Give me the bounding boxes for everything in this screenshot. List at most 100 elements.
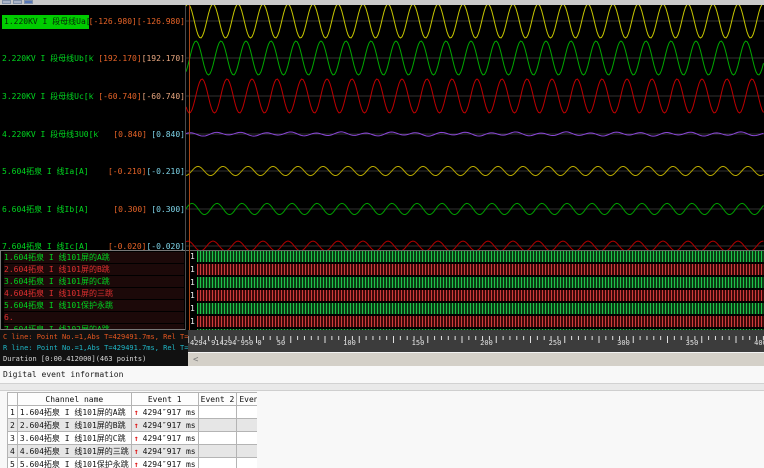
r-cursor-value: [-60.740] xyxy=(141,91,185,101)
axis-origin-label: 4294″914294″950 0 xyxy=(190,339,262,347)
channel-name-label: 1.220KV I 段母线Ua[kV] xyxy=(2,14,89,29)
digital-state-bar xyxy=(197,277,764,288)
c-cursor-value: [192.170] xyxy=(98,53,142,63)
event1-cell: ↑ 4294″917 ms xyxy=(130,457,199,468)
digital-channel-row[interactable]: 5.604拓泉 I 线101保护永跳 xyxy=(4,300,184,311)
c-cursor-value: [-126.980] xyxy=(88,16,137,26)
event1-cell: ↑ 4294″917 ms xyxy=(130,444,199,458)
rising-edge-icon: ↑ xyxy=(133,459,139,468)
c-cursor-value: [0.300] xyxy=(113,204,147,214)
table-row[interactable]: 4 4.604拓泉 I 线101屏的三跳 ↑ 4294″917 ms xyxy=(7,444,257,458)
digital-state-value: 1 xyxy=(190,304,195,313)
digital-channel-row[interactable]: 4.604拓泉 I 线101屏的三跳 xyxy=(4,288,184,299)
cursor-status-box: C line: Point No.=1,Abs T=429491.7ms, Re… xyxy=(0,330,188,366)
channel-label-panel: 1.220KV I 段母线Ua[kV][-126.980][-126.980]2… xyxy=(0,5,186,330)
channel-name-label: 3.220KV I 段母线Uc[kV] xyxy=(2,91,94,101)
axis-tick-label: 350 xyxy=(685,339,699,347)
digital-channel-row[interactable]: 1.604拓泉 I 线101屏的A跳 xyxy=(4,252,184,263)
table-row[interactable]: 5 5.604拓泉 I 线101保护永跳 ↑ 4294″917 ms xyxy=(7,457,257,468)
waveform-plot-area[interactable]: 1111111 xyxy=(186,5,764,330)
table-header-cell xyxy=(7,392,18,406)
duration-status: Duration [0:00.412000](463 points) xyxy=(3,355,147,363)
event1-cell: ↑ 4294″917 ms xyxy=(130,418,199,432)
digital-state-bar xyxy=(197,264,764,275)
time-cursor-line[interactable] xyxy=(189,5,190,330)
row-number: 2 xyxy=(7,418,18,432)
event-time: 4294″917 ms xyxy=(142,459,196,468)
axis-tick-label: 400 xyxy=(754,339,764,347)
scroll-left-icon[interactable]: < xyxy=(193,354,198,366)
toolbar-button[interactable] xyxy=(13,0,22,4)
c-cursor-value: [-60.740] xyxy=(98,91,142,101)
event-time: 4294″917 ms xyxy=(142,407,196,417)
c-cursor-value: [0.840] xyxy=(113,129,147,139)
analog-channel-row[interactable]: 3.220KV I 段母线Uc[kV] [-60.740] [-60.740] xyxy=(2,90,185,103)
axis-tick-label: 300 xyxy=(617,339,630,347)
event3-cell xyxy=(236,431,257,445)
channel-name-label: 4.220KV I 段母线3U0[kV] xyxy=(2,129,99,139)
digital-state-value: 1 xyxy=(190,265,195,274)
event3-cell xyxy=(236,418,257,432)
digital-event-table-wrap: Channel nameEvent 1Event 2Event 3 11.604… xyxy=(7,392,257,468)
event2-cell xyxy=(197,444,238,458)
event-channel-name: 4.604拓泉 I 线101屏的三跳 xyxy=(16,444,132,458)
digital-channel-row[interactable]: 3.604拓泉 I 线101屏的C跳 xyxy=(4,276,184,287)
event3-cell xyxy=(236,405,257,419)
table-header-cell: Event 3 xyxy=(236,392,257,406)
event2-cell xyxy=(197,457,238,468)
analog-channel-row[interactable]: 6.604拓泉 I 线Ib[A] [0.300] [0.300] xyxy=(2,203,185,216)
digital-state-bar xyxy=(197,290,764,301)
rising-edge-icon: ↑ xyxy=(133,433,139,443)
event2-cell xyxy=(197,405,238,419)
section-divider xyxy=(0,383,764,391)
digital-state-value: 1 xyxy=(190,317,195,326)
digital-state-bar xyxy=(197,316,764,327)
digital-channel-row[interactable]: 6. xyxy=(4,312,184,323)
row-number: 5 xyxy=(7,457,18,468)
rising-edge-icon: ↑ xyxy=(133,446,139,456)
axis-tick-label: 150 xyxy=(411,339,425,347)
table-row[interactable]: 2 2.604拓泉 I 线101屏的B跳 ↑ 4294″917 ms xyxy=(7,418,257,432)
r-cursor-value: [-126.980] xyxy=(136,16,185,26)
digital-channel-row[interactable]: 2.604拓泉 I 线101屏的B跳 xyxy=(4,264,184,275)
table-header-cell: Event 2 xyxy=(197,392,238,406)
analog-channel-row[interactable]: 1.220KV I 段母线Ua[kV][-126.980][-126.980] xyxy=(2,14,185,29)
axis-tick-label: 50 xyxy=(276,339,286,347)
toolbar-button[interactable] xyxy=(24,0,33,4)
event-channel-name: 5.604拓泉 I 线101保护永跳 xyxy=(16,457,132,468)
axis-tick-label: 100 xyxy=(343,339,356,347)
horizontal-scrollbar[interactable]: < xyxy=(188,352,764,366)
r-line-status: R line: Point No.=1,Abs T=429491.7ms, Re… xyxy=(3,344,188,352)
ruler-ticks xyxy=(188,336,764,343)
analog-channel-row[interactable]: 4.220KV I 段母线3U0[kV] [0.840] [0.840] xyxy=(2,128,185,141)
event2-cell xyxy=(197,418,238,432)
c-cursor-value: [-0.210] xyxy=(107,166,147,176)
event-channel-name: 1.604拓泉 I 线101屏的A跳 xyxy=(16,405,132,419)
table-row[interactable]: 1 1.604拓泉 I 线101屏的A跳 ↑ 4294″917 ms xyxy=(7,405,257,419)
table-row[interactable]: 3 3.604拓泉 I 线101屏的C跳 ↑ 4294″917 ms xyxy=(7,431,257,445)
analog-channel-row[interactable]: 2.220KV I 段母线Ub[kV] [192.170] [192.170] xyxy=(2,52,185,65)
toolbar-button[interactable] xyxy=(2,0,11,4)
event1-cell: ↑ 4294″917 ms xyxy=(130,405,199,419)
digital-state-value: 1 xyxy=(190,278,195,287)
digital-bar-row: 1 xyxy=(186,277,764,288)
bottom-strip: C line: Point No.=1,Abs T=429491.7ms, Re… xyxy=(0,330,764,366)
event1-cell: ↑ 4294″917 ms xyxy=(130,431,199,445)
c-line-status: C line: Point No.=1,Abs T=429491.7ms, Re… xyxy=(3,333,188,341)
waveform-main-area: 1.220KV I 段母线Ua[kV][-126.980][-126.980]2… xyxy=(0,5,764,330)
row-number: 3 xyxy=(7,431,18,445)
section-title: Digital event information xyxy=(3,370,124,379)
rising-edge-icon: ↑ xyxy=(133,420,139,430)
table-header-cell: Event 1 xyxy=(130,392,199,406)
channel-name-label: 6.604拓泉 I 线Ib[A] xyxy=(2,204,89,214)
event3-cell xyxy=(236,444,257,458)
axis-tick-label: 200 xyxy=(480,339,493,347)
event-channel-name: 2.604拓泉 I 线101屏的B跳 xyxy=(16,418,132,432)
digital-bar-row: 1 xyxy=(186,264,764,275)
digital-event-table: Channel nameEvent 1Event 2Event 3 11.604… xyxy=(7,392,257,468)
analog-channel-row[interactable]: 5.604拓泉 I 线Ia[A] [-0.210] [-0.210] xyxy=(2,165,185,178)
channel-name-label: 5.604拓泉 I 线Ia[A] xyxy=(2,166,89,176)
event-channel-name: 3.604拓泉 I 线101屏的C跳 xyxy=(16,431,132,445)
table-header-cell: Channel name xyxy=(16,392,132,406)
digital-bar-row: 1 xyxy=(186,303,764,314)
